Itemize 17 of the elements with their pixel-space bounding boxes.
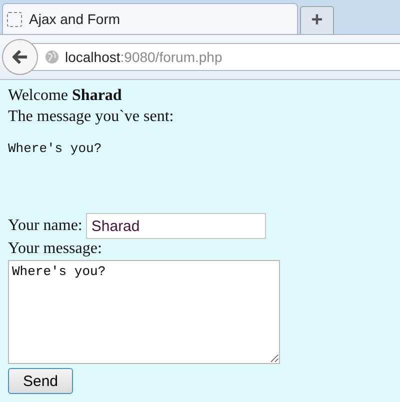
back-button[interactable] bbox=[2, 39, 38, 75]
back-arrow-icon bbox=[11, 49, 29, 65]
message-label: Your message: bbox=[8, 239, 103, 260]
name-label: Your name: bbox=[8, 216, 82, 236]
url-host: localhost bbox=[65, 49, 120, 65]
message-field[interactable]: Where's you? bbox=[8, 260, 280, 364]
globe-icon bbox=[45, 50, 59, 64]
sent-message: Where's you? bbox=[8, 140, 102, 156]
new-tab-button[interactable]: + bbox=[300, 6, 334, 34]
url-path: :9080/forum.php bbox=[120, 49, 222, 65]
blank-page-icon bbox=[7, 12, 22, 26]
address-bar[interactable]: localhost:9080/forum.php bbox=[32, 43, 400, 71]
browser-tab[interactable]: Ajax and Form bbox=[2, 3, 298, 34]
welcome-text: Welcome Sharad bbox=[8, 86, 123, 106]
sent-label: The message you`ve sent: bbox=[8, 106, 175, 127]
send-button[interactable]: Send bbox=[8, 368, 73, 394]
name-field[interactable]: Sharad bbox=[86, 213, 266, 240]
